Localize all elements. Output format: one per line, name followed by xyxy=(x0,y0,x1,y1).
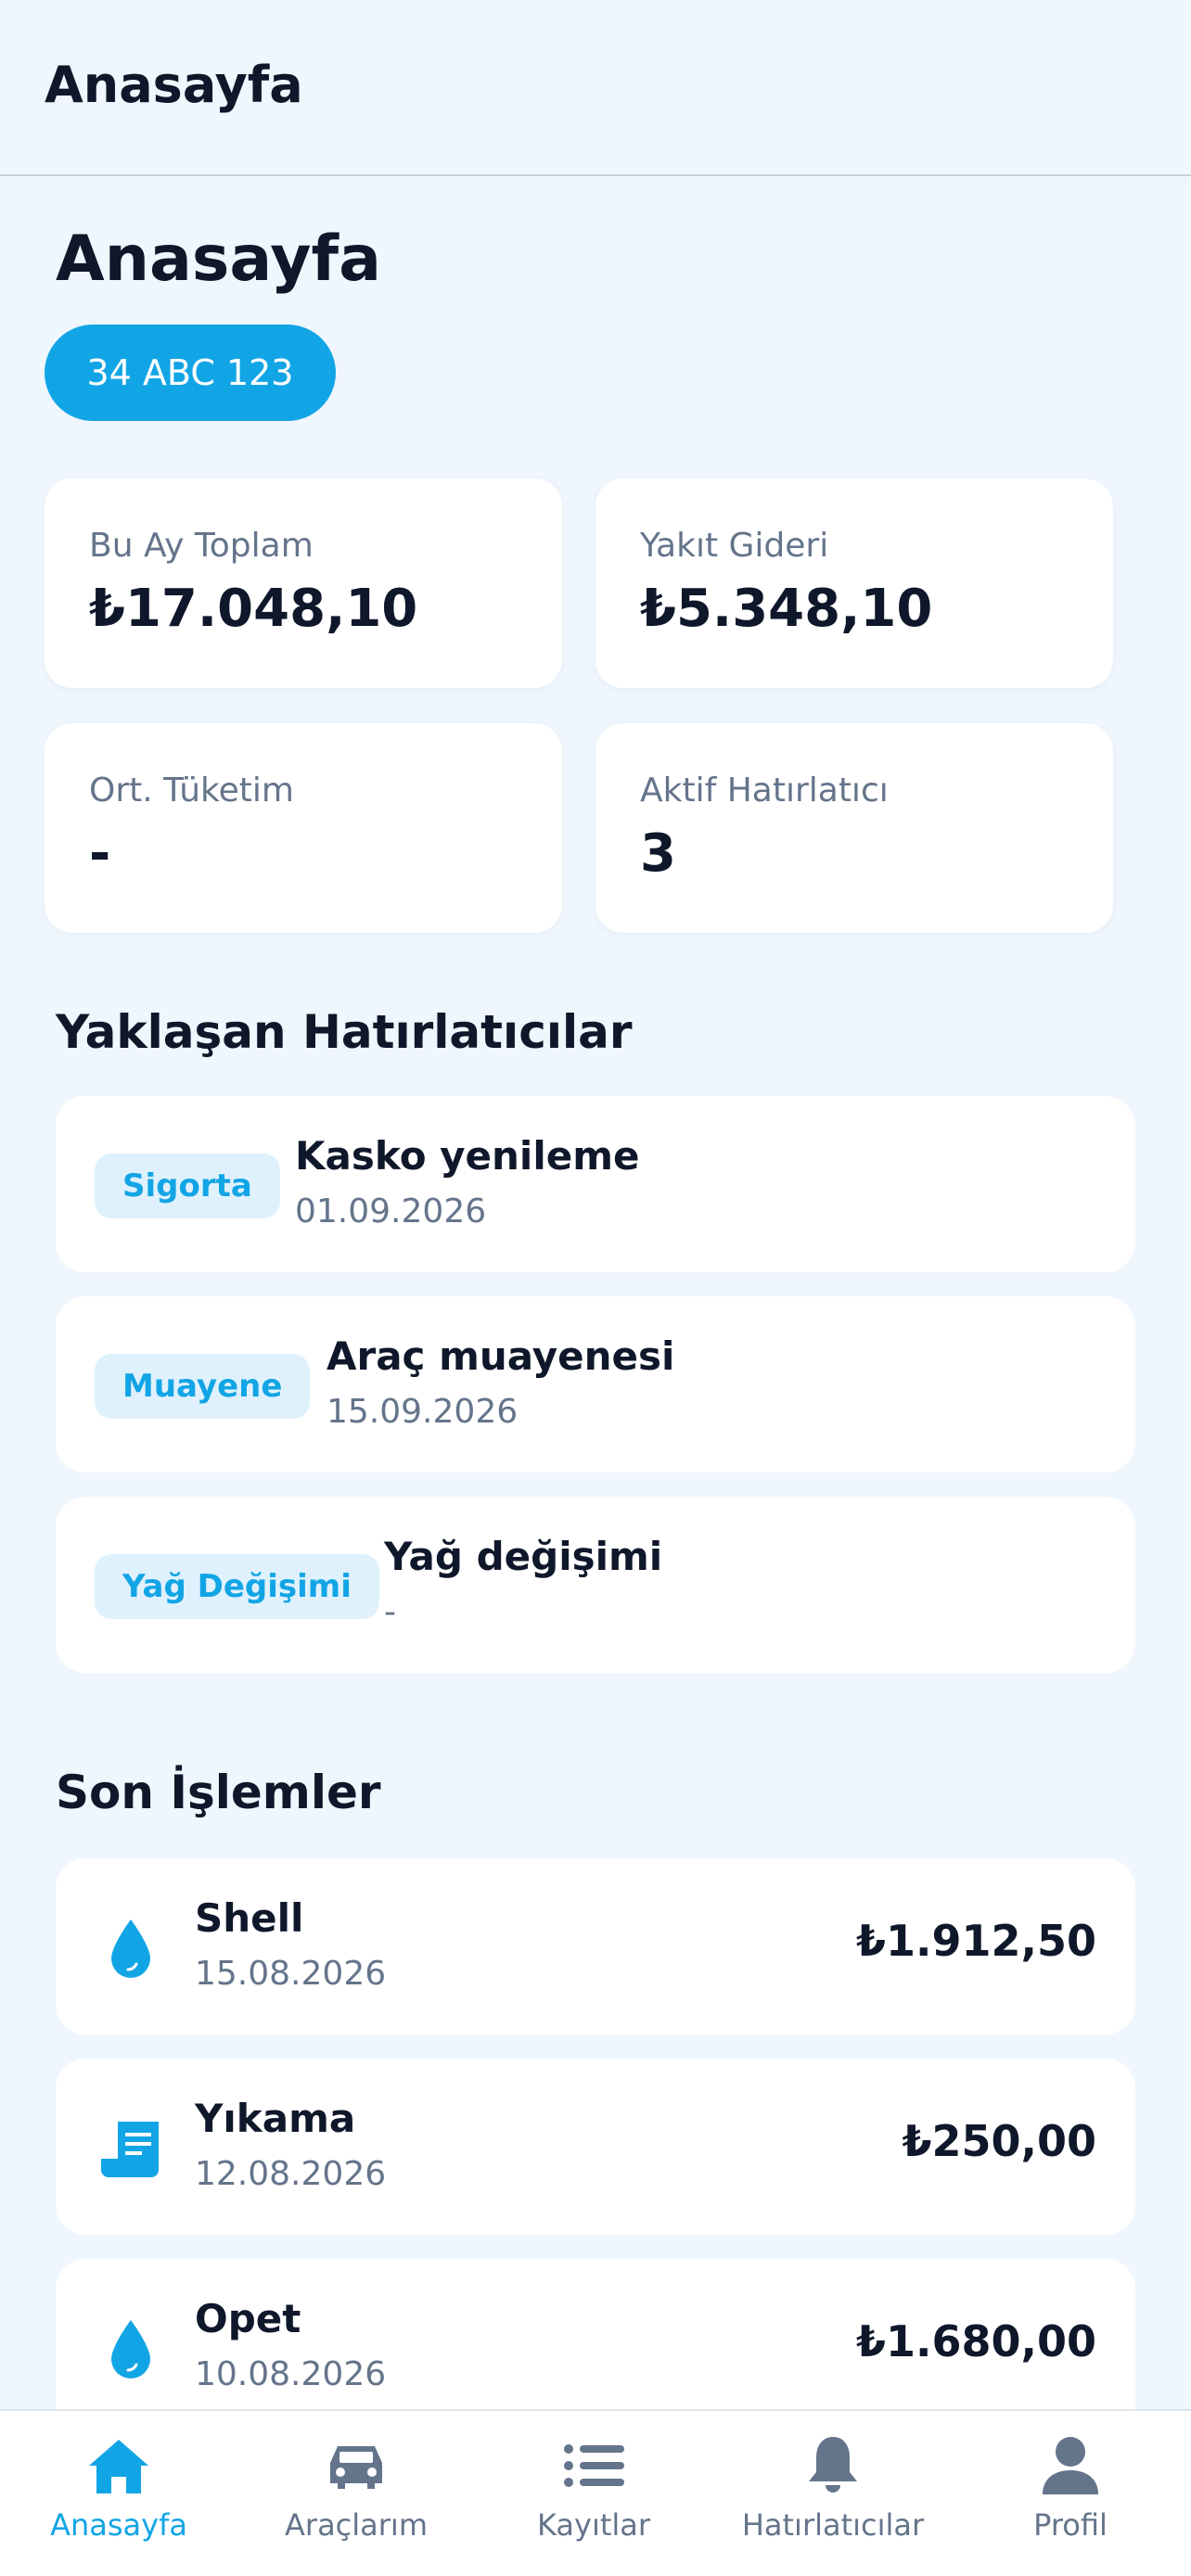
reminder-item[interactable]: Yağ Değişimi Yağ değişimi - xyxy=(56,1497,1135,1673)
receipt-icon xyxy=(96,2114,165,2183)
transactions-section-title: Son İşlemler xyxy=(56,1766,381,1819)
reminder-title: Yağ değişimi xyxy=(384,1534,663,1579)
stat-value: 3 xyxy=(640,823,676,884)
nav-item-reminders[interactable]: Hatırlatıcılar xyxy=(714,2431,952,2561)
transaction-title: Shell xyxy=(195,1895,304,1941)
reminder-title: Kasko yenileme xyxy=(295,1133,640,1179)
reminder-date: 01.09.2026 xyxy=(295,1192,487,1231)
reminder-date: 15.09.2026 xyxy=(327,1393,519,1431)
transaction-title: Yıkama xyxy=(195,2096,356,2141)
nav-label: Hatırlatıcılar xyxy=(741,2507,925,2543)
nav-label: Araçlarım xyxy=(285,2507,428,2543)
transaction-date: 12.08.2026 xyxy=(195,2155,387,2193)
stat-label: Bu Ay Toplam xyxy=(89,527,314,565)
stat-card-month-total: Bu Ay Toplam ₺17.048,10 xyxy=(45,478,562,688)
stat-card-fuel-expense: Yakıt Gideri ₺5.348,10 xyxy=(596,478,1113,688)
app-bar-title: Anasayfa xyxy=(45,56,303,114)
reminders-section-title: Yaklaşan Hatırlatıcılar xyxy=(56,1005,633,1059)
list-icon xyxy=(557,2431,631,2500)
stat-card-avg-consumption: Ort. Tüketim - xyxy=(45,723,562,933)
bottom-navigation: Anasayfa Araçlarım Kayıtlar Hatırlatıcıl… xyxy=(0,2409,1191,2576)
transaction-item[interactable]: Yıkama 12.08.2026 ₺250,00 xyxy=(56,2059,1135,2235)
top-app-bar: Anasayfa xyxy=(0,0,1191,176)
reminder-title: Araç muayenesi xyxy=(327,1333,675,1379)
home-icon xyxy=(82,2431,156,2500)
home-content[interactable]: Anasayfa 34 ABC 123 Bu Ay Toplam ₺17.048… xyxy=(0,178,1191,2409)
reminder-category-tag: Yağ Değişimi xyxy=(95,1554,379,1619)
bell-icon xyxy=(796,2431,870,2500)
transaction-date: 10.08.2026 xyxy=(195,2355,387,2393)
page-title: Anasayfa xyxy=(56,223,381,296)
reminder-category-tag: Sigorta xyxy=(95,1154,280,1218)
nav-item-home[interactable]: Anasayfa xyxy=(0,2431,237,2561)
nav-item-records[interactable]: Kayıtlar xyxy=(475,2431,712,2561)
reminder-item[interactable]: Sigorta Kasko yenileme 01.09.2026 xyxy=(56,1096,1135,1272)
fuel-drop-icon xyxy=(96,1914,165,1983)
transaction-title: Opet xyxy=(195,2296,301,2341)
transaction-amount: ₺1.912,50 xyxy=(856,1916,1096,1966)
stat-label: Ort. Tüketim xyxy=(89,772,294,810)
stat-label: Yakıt Gideri xyxy=(640,527,829,565)
car-icon xyxy=(319,2431,393,2500)
nav-item-profile[interactable]: Profil xyxy=(952,2431,1189,2561)
transaction-item[interactable]: Shell 15.08.2026 ₺1.912,50 xyxy=(56,1858,1135,2034)
transaction-amount: ₺1.680,00 xyxy=(856,2316,1096,2366)
stat-card-active-reminders: Aktif Hatırlatıcı 3 xyxy=(596,723,1113,933)
nav-label: Kayıtlar xyxy=(536,2507,651,2543)
fuel-drop-icon xyxy=(96,2315,165,2383)
transaction-item[interactable]: Opet 10.08.2026 ₺1.680,00 xyxy=(56,2259,1135,2409)
stat-value: - xyxy=(89,823,111,884)
stat-label: Aktif Hatırlatıcı xyxy=(640,772,889,810)
vehicle-plate-chip[interactable]: 34 ABC 123 xyxy=(45,325,336,421)
person-icon xyxy=(1033,2431,1108,2500)
reminder-date: - xyxy=(384,1593,396,1631)
reminder-category-tag: Muayene xyxy=(95,1354,311,1419)
stat-value: ₺5.348,10 xyxy=(640,579,933,639)
nav-label: Anasayfa xyxy=(50,2507,187,2543)
nav-item-vehicles[interactable]: Araçlarım xyxy=(237,2431,475,2561)
nav-label: Profil xyxy=(1033,2507,1108,2543)
transaction-date: 15.08.2026 xyxy=(195,1955,387,1993)
stat-value: ₺17.048,10 xyxy=(89,579,418,639)
reminder-item[interactable]: Muayene Araç muayenesi 15.09.2026 xyxy=(56,1296,1135,1473)
transaction-amount: ₺250,00 xyxy=(902,2116,1096,2166)
